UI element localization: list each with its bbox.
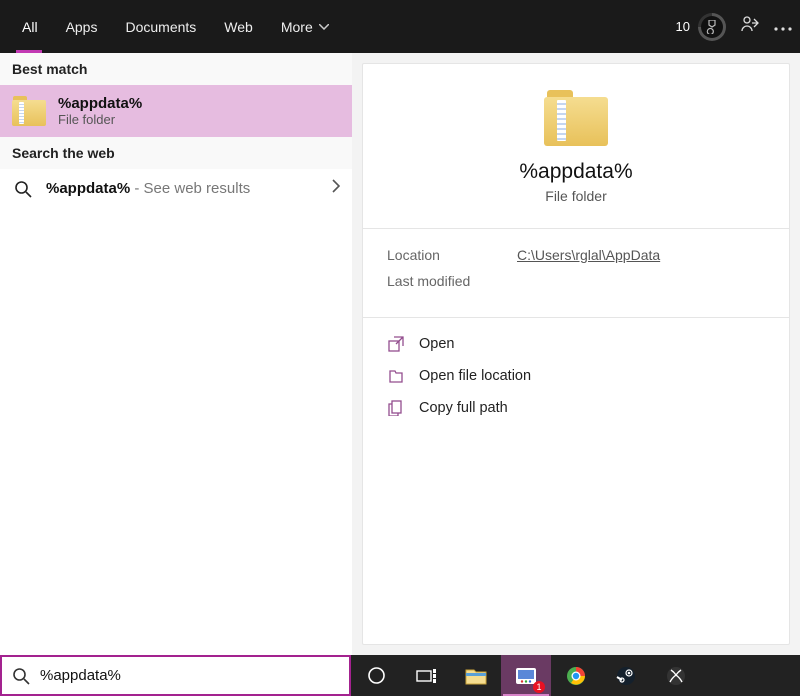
preview-actions: Open Open file location Copy full path	[363, 318, 789, 434]
folder-icon	[12, 96, 46, 126]
best-match-result[interactable]: %appdata% File folder	[0, 85, 352, 137]
task-taskview[interactable]	[401, 655, 451, 696]
search-web-header: Search the web	[0, 137, 352, 169]
preview-header: %appdata% File folder	[363, 64, 789, 228]
search-icon	[12, 667, 30, 685]
action-open[interactable]: Open	[379, 328, 773, 360]
action-open-location-label: Open file location	[419, 368, 531, 384]
folder-icon	[544, 90, 608, 146]
task-cortana[interactable]	[351, 655, 401, 696]
steam-icon	[616, 666, 636, 686]
location-label: Location	[387, 247, 477, 263]
web-result-suffix: - See web results	[130, 180, 250, 197]
task-chrome[interactable]	[551, 655, 601, 696]
xbox-icon	[666, 666, 686, 686]
search-scope-header: All Apps Documents Web More 10	[0, 0, 800, 53]
ellipsis-icon	[774, 27, 792, 31]
results-list: Best match %appdata% File folder Search …	[0, 53, 352, 655]
search-box[interactable]	[0, 655, 351, 696]
explorer-icon	[465, 667, 487, 685]
tab-web[interactable]: Web	[210, 0, 267, 53]
preview-subtitle: File folder	[383, 188, 769, 204]
tab-more[interactable]: More	[267, 0, 343, 53]
header-right: 10	[676, 13, 792, 41]
taskbar: 1	[351, 655, 800, 696]
best-match-text: %appdata% File folder	[58, 95, 142, 127]
task-xbox[interactable]	[651, 655, 701, 696]
tab-apps[interactable]: Apps	[52, 0, 112, 53]
chrome-icon	[566, 666, 586, 686]
best-match-header: Best match	[0, 53, 352, 85]
search-body: Best match %appdata% File folder Search …	[0, 53, 800, 655]
modified-label: Last modified	[387, 273, 477, 289]
options-button[interactable]	[774, 18, 792, 36]
action-open-label: Open	[419, 336, 454, 352]
task-snip[interactable]: 1	[501, 655, 551, 696]
preview-info: Location C:\Users\rglal\AppData Last mod…	[363, 229, 789, 317]
close-preview-button[interactable]	[740, 14, 760, 39]
best-match-title: %appdata%	[58, 95, 142, 112]
info-row-location: Location C:\Users\rglal\AppData	[387, 247, 765, 263]
tab-more-label: More	[281, 19, 313, 35]
rewards-indicator[interactable]: 10	[676, 13, 726, 41]
search-icon	[12, 180, 34, 198]
taskview-icon	[416, 668, 436, 684]
badge-count: 1	[533, 681, 545, 693]
person-arrow-icon	[740, 14, 760, 34]
preview-card: %appdata% File folder Location C:\Users\…	[362, 63, 790, 645]
location-link[interactable]: C:\Users\rglal\AppData	[517, 247, 660, 263]
preview-panel-container: %appdata% File folder Location C:\Users\…	[352, 53, 800, 655]
task-steam[interactable]	[601, 655, 651, 696]
location-value: C:\Users\rglal\AppData	[517, 247, 660, 263]
best-match-subtitle: File folder	[58, 112, 142, 127]
snip-icon	[515, 667, 537, 685]
chevron-right-icon	[332, 179, 340, 198]
copy-icon	[387, 399, 405, 417]
tab-all[interactable]: All	[8, 0, 52, 53]
tab-documents[interactable]: Documents	[111, 0, 210, 53]
search-input[interactable]	[40, 667, 341, 684]
open-icon	[387, 335, 405, 353]
action-open-location[interactable]: Open file location	[379, 360, 773, 392]
taskbar-area: 1	[0, 655, 800, 696]
web-result-query: %appdata%	[46, 180, 130, 197]
preview-title: %appdata%	[383, 160, 769, 184]
rewards-medal-icon	[698, 13, 726, 41]
rewards-count: 10	[676, 19, 690, 34]
action-copy-path-label: Copy full path	[419, 400, 508, 416]
scope-tabs: All Apps Documents Web More	[8, 0, 343, 53]
info-row-modified: Last modified	[387, 273, 765, 289]
task-explorer[interactable]	[451, 655, 501, 696]
folder-location-icon	[387, 367, 405, 385]
web-result-text: %appdata% - See web results	[46, 180, 320, 197]
cortana-icon	[367, 666, 386, 685]
chevron-down-icon	[319, 24, 329, 30]
action-copy-path[interactable]: Copy full path	[379, 392, 773, 424]
web-search-result[interactable]: %appdata% - See web results	[0, 169, 352, 208]
